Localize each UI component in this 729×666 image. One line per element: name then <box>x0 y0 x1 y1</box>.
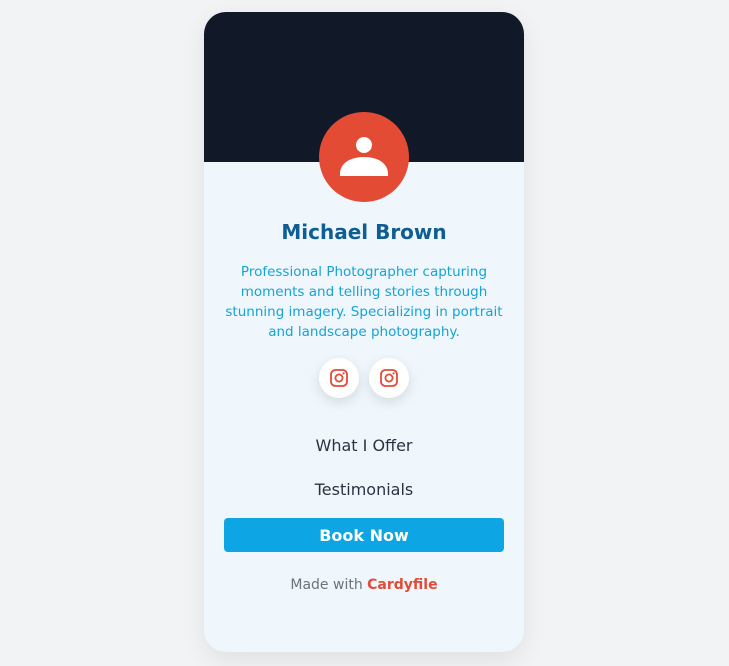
instagram-icon <box>330 369 348 387</box>
instagram-button[interactable] <box>319 358 359 398</box>
profile-card: Michael Brown Professional Photographer … <box>204 12 524 652</box>
footer: Made with Cardyfile <box>204 577 524 593</box>
instagram-icon <box>380 369 398 387</box>
profile-bio: Professional Photographer capturing mome… <box>225 264 503 340</box>
social-links <box>204 358 524 398</box>
testimonials-link[interactable]: Testimonials <box>204 480 524 499</box>
avatar <box>319 112 409 202</box>
footer-prefix: Made with <box>290 577 363 593</box>
user-icon <box>340 137 388 176</box>
profile-name: Michael Brown <box>281 220 447 244</box>
what-i-offer-link[interactable]: What I Offer <box>204 436 524 455</box>
instagram-button[interactable] <box>369 358 409 398</box>
book-now-button[interactable]: Book Now <box>224 518 504 552</box>
brand-link[interactable]: Cardyfile <box>367 577 437 593</box>
